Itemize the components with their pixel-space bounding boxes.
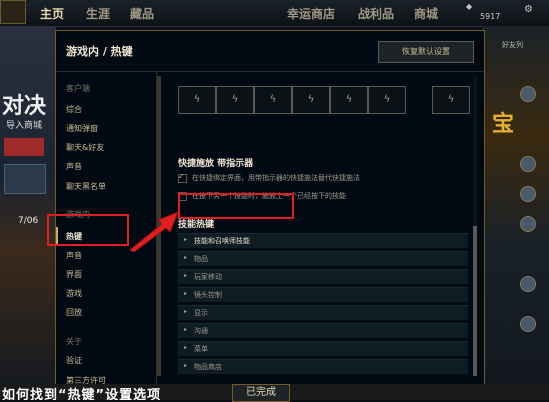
list-item-items[interactable]: ▸ 物品 bbox=[178, 251, 468, 266]
expand-triangle-icon: ▸ bbox=[184, 254, 188, 261]
lightning-icon: ϟ bbox=[269, 94, 277, 105]
hotkey-slot[interactable]: ϟ bbox=[292, 86, 330, 114]
friend-avatar[interactable] bbox=[520, 216, 536, 232]
top-nav-bar: 主页 生涯 藏品 幸运商店 战利品 商城 ◆ 5917 ⚙ bbox=[0, 0, 549, 27]
row-label: 显示 bbox=[194, 309, 208, 317]
lightning-icon: ϟ bbox=[447, 94, 455, 105]
hotkey-slot[interactable]: ϟ bbox=[178, 86, 216, 114]
promo-title: 对决 bbox=[2, 94, 47, 119]
promo-banner[interactable] bbox=[4, 138, 44, 156]
lightning-icon: ϟ bbox=[383, 94, 391, 105]
highlight-box-abilities-row bbox=[178, 193, 294, 219]
sidebar-item-game[interactable]: 游戏 bbox=[66, 288, 82, 299]
sidebar-item-ingame-sound[interactable]: 声音 bbox=[66, 250, 82, 261]
quick-cast-option-1[interactable]: 在快捷绑定界面，用带指示器的快捷施法替代快捷施法 bbox=[178, 172, 360, 183]
sidebar-item-replays[interactable]: 回放 bbox=[66, 307, 82, 318]
row-label: 镜头控制 bbox=[194, 291, 222, 299]
promo-tile[interactable] bbox=[4, 164, 46, 194]
event-date: 7/06 bbox=[18, 216, 39, 226]
option-label: 在快捷绑定界面，用带指示器的快捷施法替代快捷施法 bbox=[192, 174, 360, 182]
friend-avatar[interactable] bbox=[520, 86, 536, 102]
caption-text: 如何找到“热键”设置选项 bbox=[2, 388, 162, 400]
nav-lucky-shop[interactable]: 幸运商店 bbox=[287, 5, 335, 22]
expand-triangle-icon: ▸ bbox=[184, 272, 188, 279]
expand-triangle-icon: ▸ bbox=[184, 308, 188, 315]
row-label: 玩家移动 bbox=[194, 273, 222, 281]
nav-loot[interactable]: 战利品 bbox=[358, 5, 394, 22]
row-label: 技能和召唤师技能 bbox=[194, 237, 250, 245]
friend-avatar[interactable] bbox=[520, 276, 536, 292]
hotkeys-content: ϟ ϟ ϟ ϟ ϟ ϟ ϟ 快捷施放 带指示器 在快捷绑定界面，用带指示器的快捷… bbox=[164, 72, 476, 385]
friend-avatar[interactable] bbox=[520, 316, 536, 332]
lightning-icon: ϟ bbox=[345, 94, 353, 105]
sidebar-item-client-sound[interactable]: 声音 bbox=[66, 161, 82, 172]
friends-label: 好友列 bbox=[502, 41, 523, 49]
row-label: 菜单 bbox=[194, 345, 208, 353]
checkbox[interactable] bbox=[178, 172, 187, 183]
friend-avatar[interactable] bbox=[520, 156, 536, 172]
hotkey-slot[interactable]: ϟ bbox=[254, 86, 292, 114]
hotkey-slot[interactable]: ϟ bbox=[368, 86, 406, 114]
lightning-icon: ϟ bbox=[231, 94, 239, 105]
list-item-abilities-summoner[interactable]: ▸ 技能和召唤师技能 bbox=[178, 233, 468, 248]
nav-collection[interactable]: 藏品 bbox=[130, 5, 154, 22]
sidebar-group-about: 关于 bbox=[66, 337, 82, 346]
currency-value: 5917 bbox=[480, 12, 501, 21]
modal-title: 游戏内 / 热键 bbox=[66, 45, 133, 58]
lightning-icon: ϟ bbox=[307, 94, 315, 105]
list-item-player-movement[interactable]: ▸ 玩家移动 bbox=[178, 269, 468, 284]
promo-side-text: 宝 bbox=[492, 112, 515, 137]
done-button[interactable]: 已完成 bbox=[232, 384, 290, 402]
row-label: 沟通 bbox=[194, 327, 208, 335]
list-item-item-shop[interactable]: ▸ 物品商店 bbox=[178, 359, 468, 374]
expand-triangle-icon: ▸ bbox=[184, 344, 188, 351]
nav-home[interactable]: 主页 bbox=[40, 5, 64, 22]
section-title-quick-cast: 快捷施放 带指示器 bbox=[178, 159, 254, 169]
friends-panel: 好友列 宝 bbox=[482, 26, 549, 400]
hotkey-slot[interactable]: ϟ bbox=[216, 86, 254, 114]
friend-avatar[interactable] bbox=[520, 186, 536, 202]
home-background-left: 对决 导入商城 7/06 bbox=[0, 26, 56, 400]
scrollbar-thumb[interactable] bbox=[473, 226, 477, 376]
sidebar-item-chat-friends[interactable]: 聊天&好友 bbox=[66, 142, 104, 153]
red-arrow-icon bbox=[129, 211, 179, 252]
sidebar-group-client: 客户端 bbox=[66, 84, 90, 93]
sidebar-item-notifications[interactable]: 通知弹窗 bbox=[66, 123, 98, 134]
client-logo[interactable] bbox=[0, 0, 26, 24]
row-label: 物品商店 bbox=[194, 363, 222, 371]
list-item-display[interactable]: ▸ 显示 bbox=[178, 305, 468, 320]
settings-gear-icon[interactable]: ⚙ bbox=[524, 4, 533, 15]
lightning-icon: ϟ bbox=[193, 94, 201, 105]
list-item-menu[interactable]: ▸ 菜单 bbox=[178, 341, 468, 356]
sidebar-item-chat-blocklist[interactable]: 聊天黑名单 bbox=[66, 181, 106, 192]
sidebar-item-general[interactable]: 综合 bbox=[66, 104, 82, 115]
nav-store[interactable]: 商城 bbox=[414, 5, 438, 22]
sidebar-item-verification[interactable]: 验证 bbox=[66, 355, 82, 366]
list-item-communication[interactable]: ▸ 沟通 bbox=[178, 323, 468, 338]
expand-triangle-icon: ▸ bbox=[184, 236, 188, 243]
restore-defaults-button[interactable]: 恢复默认设置 bbox=[378, 41, 474, 63]
highlight-box-hotkeys bbox=[47, 214, 129, 246]
list-item-camera-control[interactable]: ▸ 镜头控制 bbox=[178, 287, 468, 302]
sidebar-item-interface[interactable]: 界面 bbox=[66, 269, 82, 280]
currency-icon: ◆ bbox=[466, 2, 473, 11]
promo-subtitle: 导入商城 bbox=[6, 121, 43, 131]
nav-profile[interactable]: 生涯 bbox=[86, 5, 110, 22]
row-label: 物品 bbox=[194, 255, 208, 263]
hotkey-slot[interactable]: ϟ bbox=[432, 86, 470, 114]
expand-triangle-icon: ▸ bbox=[184, 362, 188, 369]
hotkey-slot[interactable]: ϟ bbox=[330, 86, 368, 114]
expand-triangle-icon: ▸ bbox=[184, 290, 188, 297]
expand-triangle-icon: ▸ bbox=[184, 326, 188, 333]
